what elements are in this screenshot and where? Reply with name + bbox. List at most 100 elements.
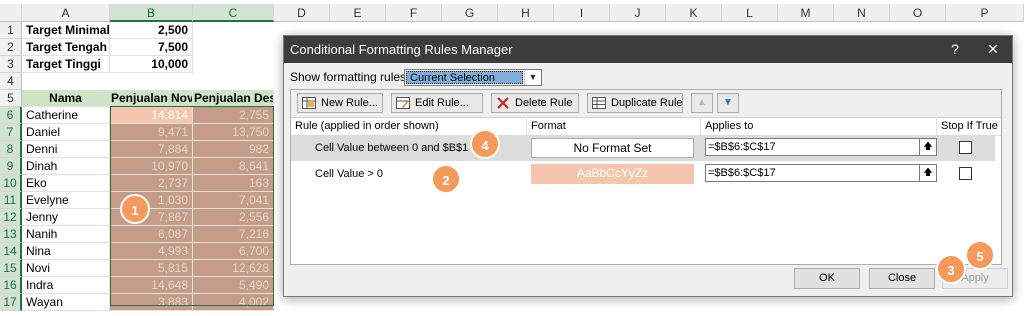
cell-penjualan-nov[interactable]: 4,993 — [110, 243, 193, 260]
target-label[interactable]: Target Tengah — [22, 39, 110, 56]
cell-nama[interactable]: Catherine — [22, 107, 110, 124]
applies-to-input[interactable]: =$B$6:$C$17 🡅 — [705, 164, 937, 182]
cell-penjualan-des[interactable]: 12,628 — [193, 260, 274, 277]
cell-nama[interactable]: Nina — [22, 243, 110, 260]
cell-penjualan-nov[interactable]: 7,884 — [110, 141, 193, 158]
header-nama[interactable]: Nama — [22, 90, 110, 107]
stop-if-true-checkbox[interactable] — [959, 167, 972, 180]
column-header-j[interactable]: J — [610, 4, 666, 22]
row-header-4[interactable]: 4 — [0, 73, 22, 90]
cell-penjualan-nov[interactable]: 14,814 — [110, 107, 193, 124]
row-header-17[interactable]: 17 — [0, 294, 22, 311]
cell-penjualan-nov[interactable]: 3,883 — [110, 294, 193, 311]
cell-penjualan-des[interactable]: 6,700 — [193, 243, 274, 260]
cell-penjualan-nov[interactable]: 2,737 — [110, 175, 193, 192]
duplicate-rule-button[interactable]: Duplicate Rule — [587, 93, 683, 113]
column-header-p[interactable]: P — [946, 4, 1024, 22]
column-header-l[interactable]: L — [722, 4, 778, 22]
row-header-7[interactable]: 7 — [0, 124, 22, 141]
applies-to-input[interactable]: =$B$6:$C$17 🡅 — [705, 138, 937, 156]
column-header-c[interactable]: C — [193, 4, 274, 22]
column-header-e[interactable]: E — [330, 4, 386, 22]
cell-penjualan-nov[interactable]: 14,648 — [110, 277, 193, 294]
column-header-a[interactable]: A — [22, 4, 110, 22]
header-penjualan-nov[interactable]: Penjualan Nov — [110, 90, 193, 107]
column-header-f[interactable]: F — [386, 4, 442, 22]
cell-penjualan-des[interactable]: 982 — [193, 141, 274, 158]
row-header-3[interactable]: 3 — [0, 56, 22, 73]
callout-1: 1 — [120, 194, 150, 224]
column-header-o[interactable]: O — [890, 4, 946, 22]
column-header-n[interactable]: N — [834, 4, 890, 22]
ok-button[interactable]: OK — [794, 268, 860, 289]
move-down-button[interactable]: ▼ — [717, 93, 739, 113]
help-button[interactable]: ? — [936, 36, 974, 63]
collapse-range-icon[interactable]: 🡅 — [919, 165, 936, 181]
column-header-g[interactable]: G — [442, 4, 498, 22]
row-header-11[interactable]: 11 — [0, 192, 22, 209]
cell-nama[interactable]: Jenny — [22, 209, 110, 226]
cell-nama[interactable]: Denni — [22, 141, 110, 158]
cell-penjualan-des[interactable]: 7,216 — [193, 226, 274, 243]
target-label[interactable]: Target Minimal — [22, 22, 110, 39]
cell-penjualan-des[interactable]: 5,490 — [193, 277, 274, 294]
column-header-h[interactable]: H — [498, 4, 554, 22]
cell-penjualan-nov[interactable]: 9,471 — [110, 124, 193, 141]
cell-nama[interactable]: Daniel — [22, 124, 110, 141]
callout-2: 2 — [431, 164, 461, 194]
cell-penjualan-nov[interactable]: 6,087 — [110, 226, 193, 243]
row-header-15[interactable]: 15 — [0, 260, 22, 277]
row-header-5[interactable]: 5 — [0, 90, 22, 107]
cell-nama[interactable]: Evelyne — [22, 192, 110, 209]
close-button[interactable]: Close — [869, 268, 935, 289]
cell-penjualan-des[interactable]: 7,041 — [193, 192, 274, 209]
column-header-d[interactable]: D — [274, 4, 330, 22]
row-header-16[interactable]: 16 — [0, 277, 22, 294]
cell-penjualan-des[interactable]: 2,755 — [193, 107, 274, 124]
cell-penjualan-des[interactable]: 8,641 — [193, 158, 274, 175]
format-preview: No Format Set — [531, 138, 694, 158]
move-up-button[interactable]: ▲ — [691, 93, 713, 113]
select-all-corner[interactable] — [0, 4, 22, 22]
cell-penjualan-nov[interactable]: 10,970 — [110, 158, 193, 175]
row-header-10[interactable]: 10 — [0, 175, 22, 192]
delete-rule-button[interactable]: Delete Rule — [491, 93, 579, 113]
rule-row[interactable]: Cell Value > 0 AaBbCcYyZz =$B$6:$C$17 🡅 — [291, 161, 995, 187]
cell-penjualan-des[interactable]: 13,750 — [193, 124, 274, 141]
rule-row[interactable]: Cell Value between 0 and $B$1 No Format … — [291, 135, 995, 161]
cell-nama[interactable]: Indra — [22, 277, 110, 294]
cell-penjualan-des[interactable]: 2,556 — [193, 209, 274, 226]
chevron-down-icon[interactable]: ▼ — [524, 70, 541, 85]
column-header-i[interactable]: I — [554, 4, 610, 22]
target-label[interactable]: Target Tinggi — [22, 56, 110, 73]
show-rules-select[interactable]: Current Selection ▼ — [404, 69, 542, 86]
header-penjualan-des[interactable]: Penjualan Des — [193, 90, 274, 107]
target-value[interactable]: 2,500 — [110, 22, 193, 39]
cell-nama[interactable]: Nanih — [22, 226, 110, 243]
collapse-range-icon[interactable]: 🡅 — [919, 139, 936, 155]
row-header-2[interactable]: 2 — [0, 39, 22, 56]
cell-nama[interactable]: Dinah — [22, 158, 110, 175]
column-header-m[interactable]: M — [778, 4, 834, 22]
cell-penjualan-nov[interactable]: 5,815 — [110, 260, 193, 277]
row-header-8[interactable]: 8 — [0, 141, 22, 158]
new-rule-button[interactable]: New Rule... — [297, 93, 383, 113]
row-header-12[interactable]: 12 — [0, 209, 22, 226]
cell-nama[interactable]: Eko — [22, 175, 110, 192]
row-header-1[interactable]: 1 — [0, 22, 22, 39]
edit-rule-button[interactable]: Edit Rule... — [391, 93, 483, 113]
target-value[interactable]: 10,000 — [110, 56, 193, 73]
row-header-9[interactable]: 9 — [0, 158, 22, 175]
column-header-k[interactable]: K — [666, 4, 722, 22]
stop-if-true-checkbox[interactable] — [959, 141, 972, 154]
column-header-b[interactable]: B — [110, 4, 193, 22]
cell-penjualan-des[interactable]: 4,002 — [193, 294, 274, 311]
row-header-14[interactable]: 14 — [0, 243, 22, 260]
cell-nama[interactable]: Wayan — [22, 294, 110, 311]
row-header-6[interactable]: 6 — [0, 107, 22, 124]
close-icon[interactable]: ✕ — [974, 36, 1012, 63]
row-header-13[interactable]: 13 — [0, 226, 22, 243]
cell-nama[interactable]: Novi — [22, 260, 110, 277]
cell-penjualan-des[interactable]: 163 — [193, 175, 274, 192]
target-value[interactable]: 7,500 — [110, 39, 193, 56]
